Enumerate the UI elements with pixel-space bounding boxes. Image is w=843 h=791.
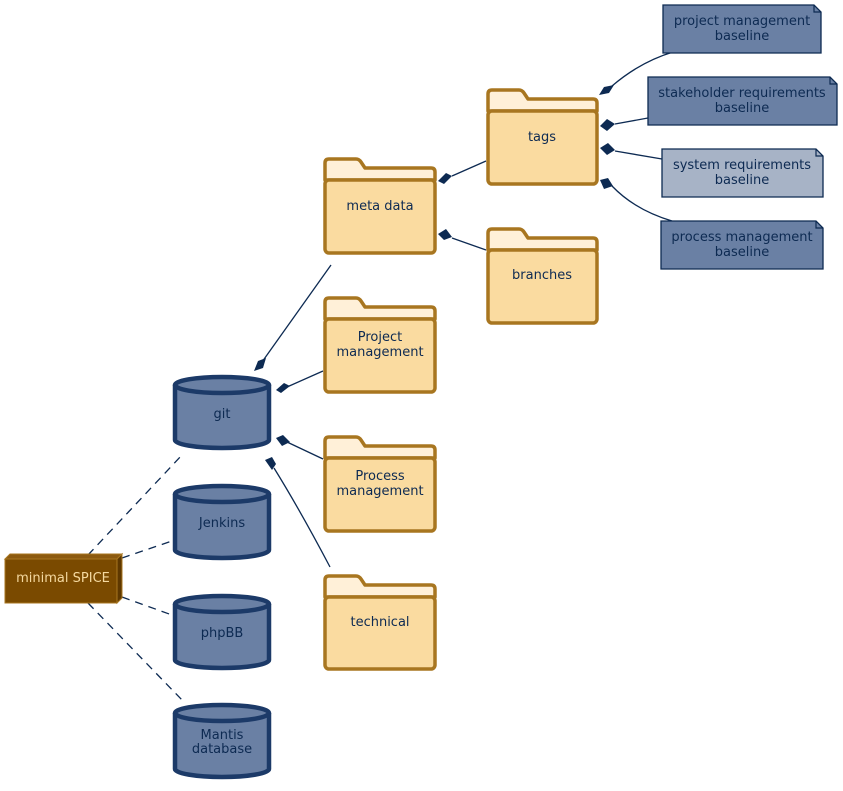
database-top [172,374,272,396]
node-side-face [116,552,123,605]
composition-diamond-git-projectmgmt [276,383,290,393]
folder-tab [486,88,599,113]
composition-diamond-metadata-branches [438,229,452,240]
note-system-requirements-baseline[interactable]: system requirements baseline [661,148,824,198]
composition-edge-git-technical [273,467,331,568]
composition-diamond-tags-procmb [600,178,613,189]
database-label-line1: Mantis [201,728,244,743]
database-label: git [214,407,231,422]
folder-body [486,109,599,186]
folder-process-management[interactable]: Process management [323,435,437,533]
composition-edge-tags-sysrb [614,150,663,160]
dependency-edge-jenkins [121,540,173,559]
note-label-line1: system requirements [673,158,811,173]
composition-diamond-git-processmgmt [276,435,290,446]
folder-tags[interactable]: tags [486,88,599,186]
composition-edge-git-projectmgmt [286,370,324,388]
folder-body [323,178,437,255]
dependency-edge-phpbb [121,596,173,616]
node-top-face [3,553,124,560]
database-label-line2: database [192,742,252,757]
composition-edge-metadata-branches [451,237,487,251]
folder-label: technical [350,615,409,630]
folder-technical[interactable]: technical [323,574,437,671]
folder-tab [323,435,437,460]
database-mantis[interactable]: Mantis database [172,702,272,780]
composition-edge-git-metadata [261,264,332,363]
dependency-edge-mantis [87,602,183,701]
database-top [172,702,272,724]
folder-branches[interactable]: branches [486,227,599,325]
database-top [172,593,272,615]
composition-edge-metadata-tags [451,160,487,177]
folder-body [323,595,437,671]
database-top [172,483,272,505]
composition-diamond-tags-pmb [599,85,614,95]
folder-label: meta data [346,199,413,214]
folder-label-line2: management [336,484,423,499]
folder-meta-data[interactable]: meta data [323,157,437,255]
composition-diamond-git-metadata [254,358,266,371]
note-label-line2: baseline [715,29,769,44]
database-jenkins[interactable]: Jenkins [172,483,272,561]
composition-diamond-metadata-tags [438,173,452,184]
folder-label-line1: Project [358,330,402,345]
folder-body [486,248,599,325]
node-label: minimal SPICE [16,571,110,586]
note-label-line2: baseline [715,173,769,188]
composition-diamond-tags-sysrb [600,143,615,155]
composition-edge-tags-srb [614,117,649,125]
database-label: Jenkins [198,516,245,531]
folder-tab [323,157,437,182]
composition-edge-git-processmgmt [286,441,324,460]
note-label-line1: project management [674,14,810,29]
dependency-edge-git [87,454,183,556]
folder-project-management[interactable]: Project management [323,296,437,394]
note-label-line2: baseline [715,245,769,260]
note-process-management-baseline[interactable]: process management baseline [660,220,824,270]
database-phpbb[interactable]: phpBB [172,593,272,671]
folder-tab [323,296,437,321]
note-label-line1: process management [671,230,812,245]
diagram-canvas: minimal SPICE git Jenkins phpBB Mantis d… [3,4,838,780]
folder-label: branches [512,268,572,283]
folder-tab [486,227,599,252]
folder-label-line1: Process [355,469,405,484]
note-label-line1: stakeholder requirements [658,86,826,101]
note-stakeholder-requirements-baseline[interactable]: stakeholder requirements baseline [647,76,838,126]
folder-label-line2: management [336,345,423,360]
database-git[interactable]: git [172,374,272,451]
composition-diamond-tags-srb [600,119,615,131]
node-minimal-spice[interactable]: minimal SPICE [3,552,124,605]
folder-label: tags [528,130,556,145]
folder-tab [323,574,437,599]
note-label-line2: baseline [715,101,769,116]
note-project-management-baseline[interactable]: project management baseline [662,4,822,54]
database-label: phpBB [201,626,244,641]
